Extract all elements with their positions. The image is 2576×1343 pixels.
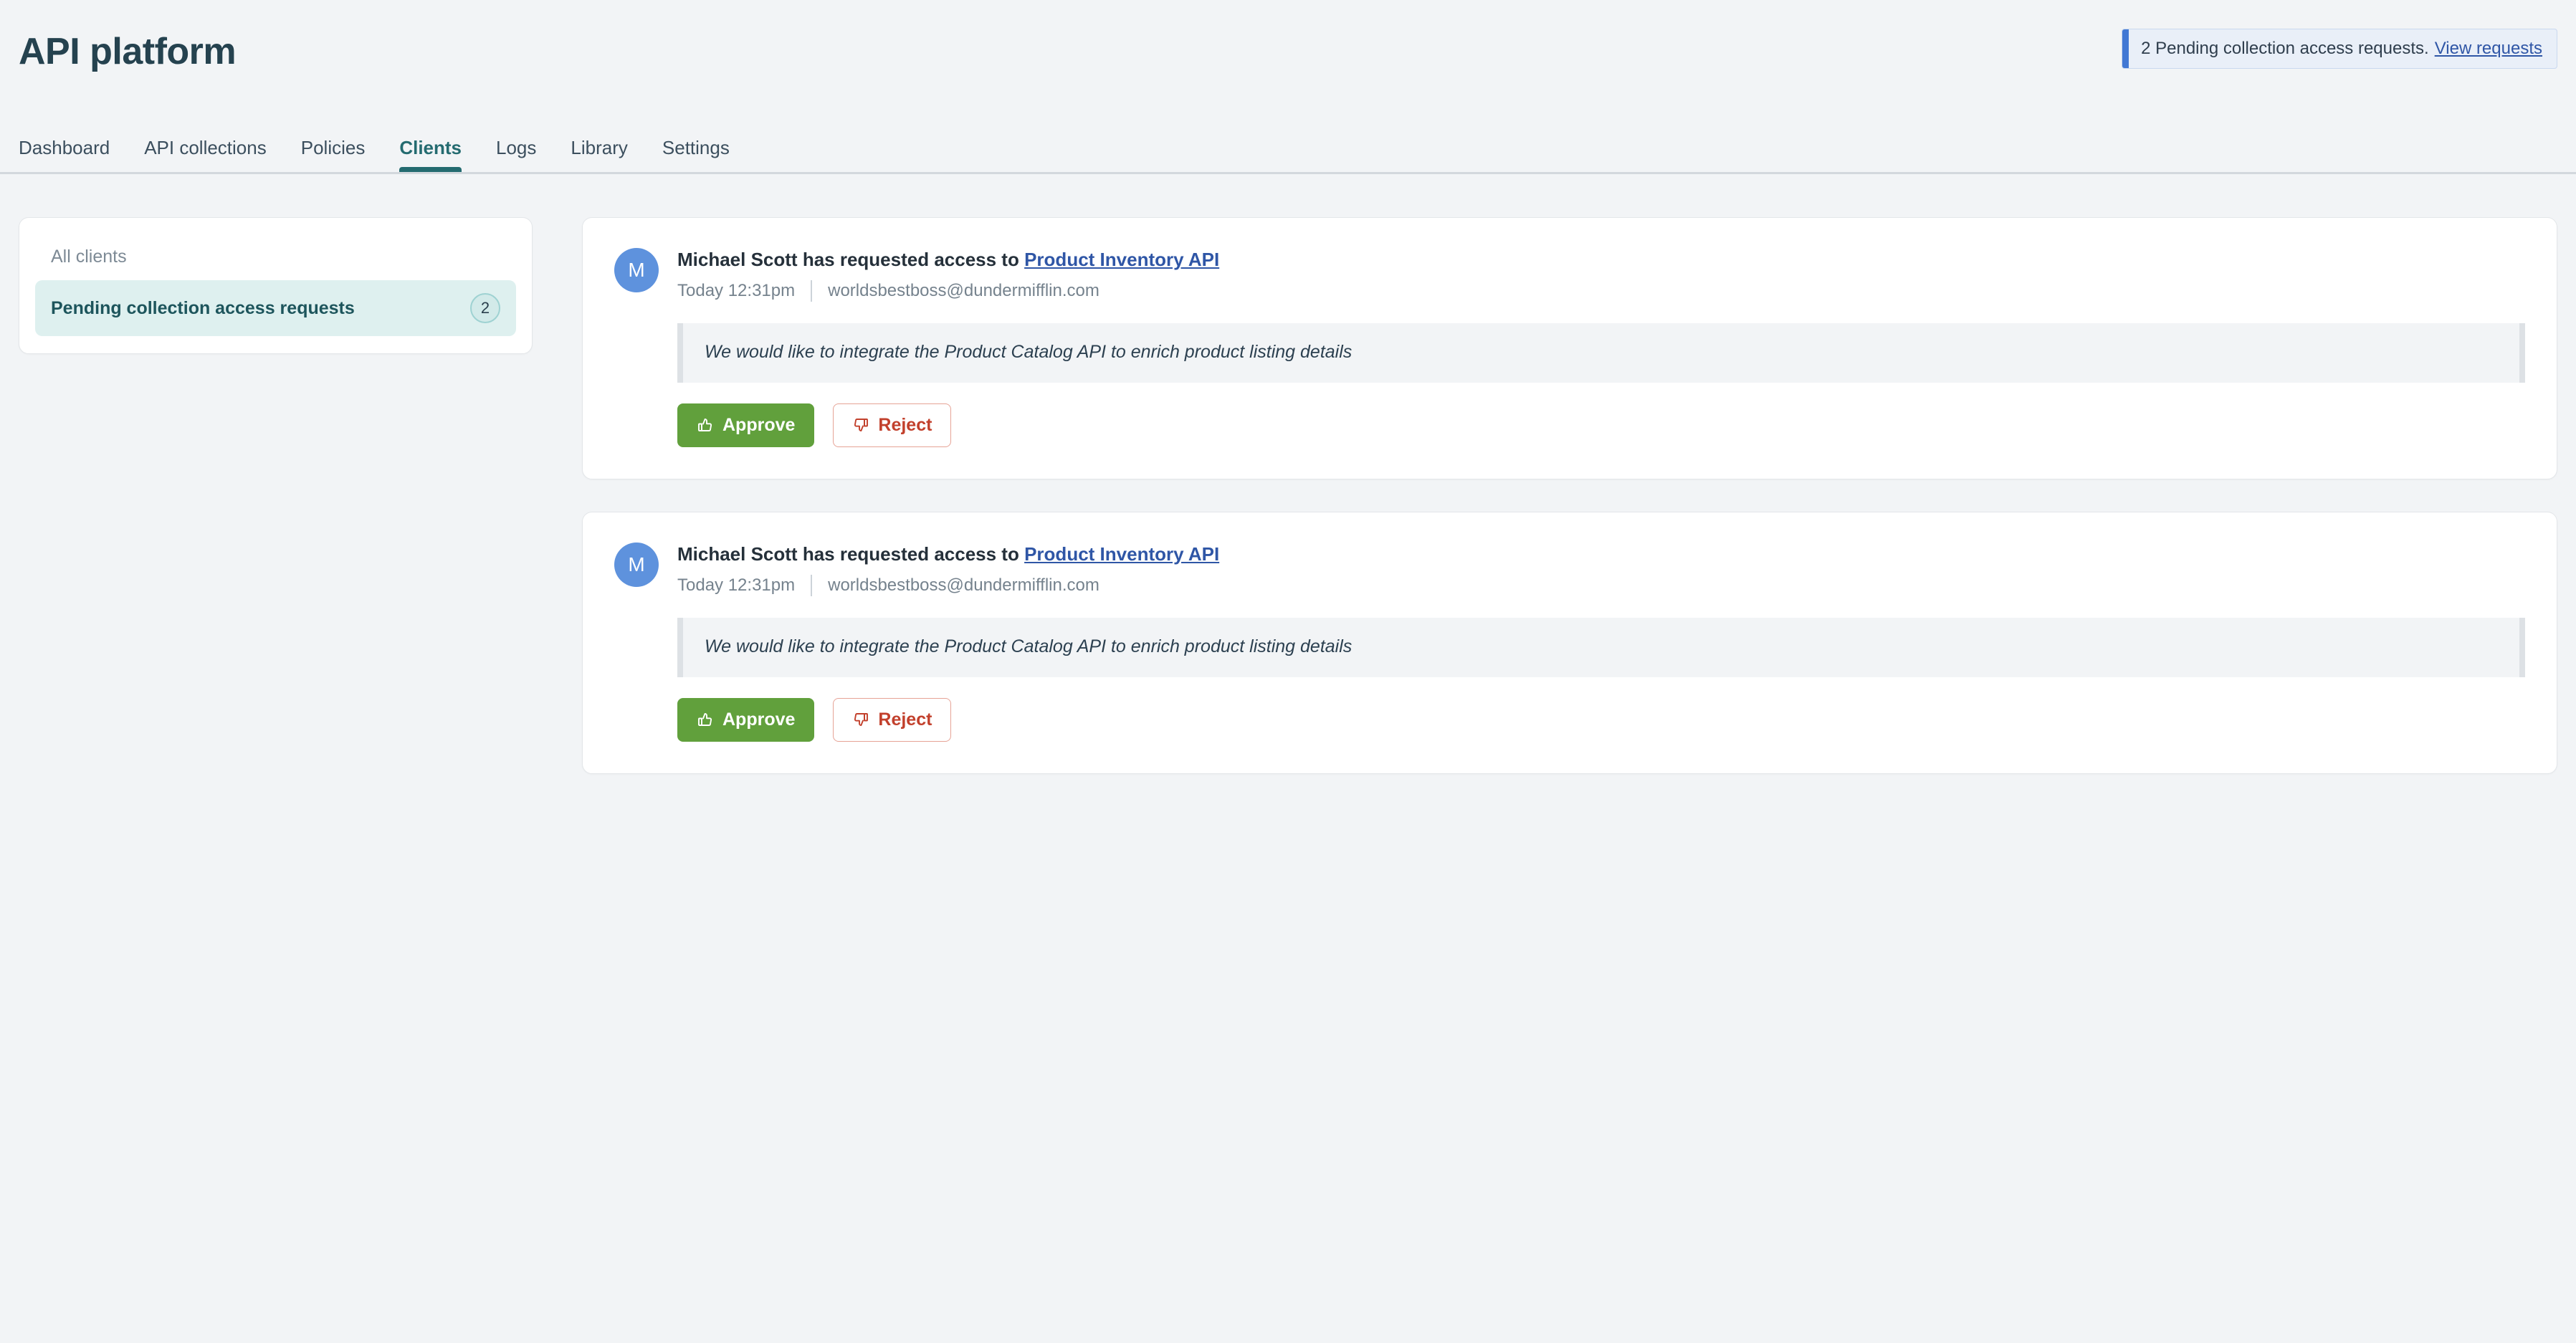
request-message: We would like to integrate the Product C… — [677, 617, 2525, 677]
meta-divider — [811, 279, 813, 302]
tab-logs[interactable]: Logs — [479, 137, 553, 172]
avatar: M — [614, 542, 659, 587]
request-header-text: Michael Scott has requested access to Pr… — [677, 247, 1219, 302]
tab-dashboard[interactable]: Dashboard — [19, 137, 127, 172]
request-email: worldsbestboss@dundermifflin.com — [828, 280, 1099, 300]
reject-button[interactable]: Reject — [833, 697, 952, 742]
request-header: M Michael Scott has requested access to … — [614, 247, 2525, 302]
meta-divider — [811, 574, 813, 596]
request-title-prefix: Michael Scott has requested access to — [677, 249, 1019, 270]
tab-label: API collections — [144, 137, 267, 158]
tab-policies[interactable]: Policies — [284, 137, 383, 172]
pending-requests-banner: 2 Pending collection access requests. Vi… — [2122, 29, 2557, 69]
tab-label: Settings — [662, 137, 730, 158]
tab-list: Dashboard API collections Policies Clien… — [19, 128, 2557, 172]
request-meta: Today 12:31pm worldsbestboss@dundermiffl… — [677, 279, 1219, 302]
tab-settings[interactable]: Settings — [645, 137, 747, 172]
access-request-card: M Michael Scott has requested access to … — [582, 511, 2557, 774]
request-title-prefix: Michael Scott has requested access to — [677, 543, 1019, 565]
thumbs-up-icon — [697, 416, 714, 434]
request-title: Michael Scott has requested access to Pr… — [677, 543, 1219, 567]
sidebar-item-label: Pending collection access requests — [51, 297, 355, 318]
thumbs-down-icon — [852, 416, 869, 434]
banner-text: 2 Pending collection access requests. — [2141, 39, 2429, 58]
approve-label: Approve — [722, 709, 796, 730]
collection-link[interactable]: Product Inventory API — [1024, 249, 1219, 270]
request-message: We would like to integrate the Product C… — [677, 322, 2525, 383]
page-content: All clients Pending collection access re… — [0, 174, 2576, 774]
tab-clients[interactable]: Clients — [382, 137, 479, 172]
tab-label: Policies — [300, 137, 366, 158]
tab-api-collections[interactable]: API collections — [127, 137, 284, 172]
tab-label: Clients — [399, 137, 462, 158]
request-meta: Today 12:31pm worldsbestboss@dundermiffl… — [677, 574, 1219, 596]
tab-label: Library — [571, 137, 628, 158]
approve-button[interactable]: Approve — [677, 403, 815, 447]
sidebar-item-label: All clients — [51, 247, 127, 267]
access-request-list: M Michael Scott has requested access to … — [582, 217, 2557, 774]
clients-sidebar: All clients Pending collection access re… — [19, 217, 533, 354]
view-requests-link[interactable]: View requests — [2435, 39, 2542, 59]
main-navigation: Dashboard API collections Policies Clien… — [0, 128, 2576, 172]
approve-button[interactable]: Approve — [677, 697, 815, 742]
request-email: worldsbestboss@dundermifflin.com — [828, 575, 1099, 595]
reject-label: Reject — [878, 709, 932, 730]
thumbs-down-icon — [852, 711, 869, 728]
sidebar-item-all-clients[interactable]: All clients — [35, 234, 516, 280]
banner-accent-bar — [2122, 29, 2129, 68]
tab-library[interactable]: Library — [553, 137, 644, 172]
banner-body: 2 Pending collection access requests. Vi… — [2129, 29, 2557, 68]
request-header: M Michael Scott has requested access to … — [614, 541, 2525, 596]
tab-label: Logs — [496, 137, 537, 158]
sidebar-item-pending-collection-access-requests[interactable]: Pending collection access requests 2 — [35, 280, 516, 336]
avatar: M — [614, 248, 659, 292]
request-actions: Approve Reject — [677, 403, 2525, 447]
request-header-text: Michael Scott has requested access to Pr… — [677, 541, 1219, 596]
request-timestamp: Today 12:31pm — [677, 575, 796, 595]
tab-label: Dashboard — [19, 137, 110, 158]
access-request-card: M Michael Scott has requested access to … — [582, 217, 2557, 479]
reject-button[interactable]: Reject — [833, 403, 952, 447]
thumbs-up-icon — [697, 711, 714, 728]
sidebar-item-badge: 2 — [470, 293, 500, 323]
collection-link[interactable]: Product Inventory API — [1024, 543, 1219, 565]
request-title: Michael Scott has requested access to Pr… — [677, 248, 1219, 272]
page-header: API platform 2 Pending collection access… — [0, 0, 2576, 128]
request-timestamp: Today 12:31pm — [677, 280, 796, 300]
approve-label: Approve — [722, 414, 796, 435]
reject-label: Reject — [878, 414, 932, 435]
request-actions: Approve Reject — [677, 697, 2525, 742]
